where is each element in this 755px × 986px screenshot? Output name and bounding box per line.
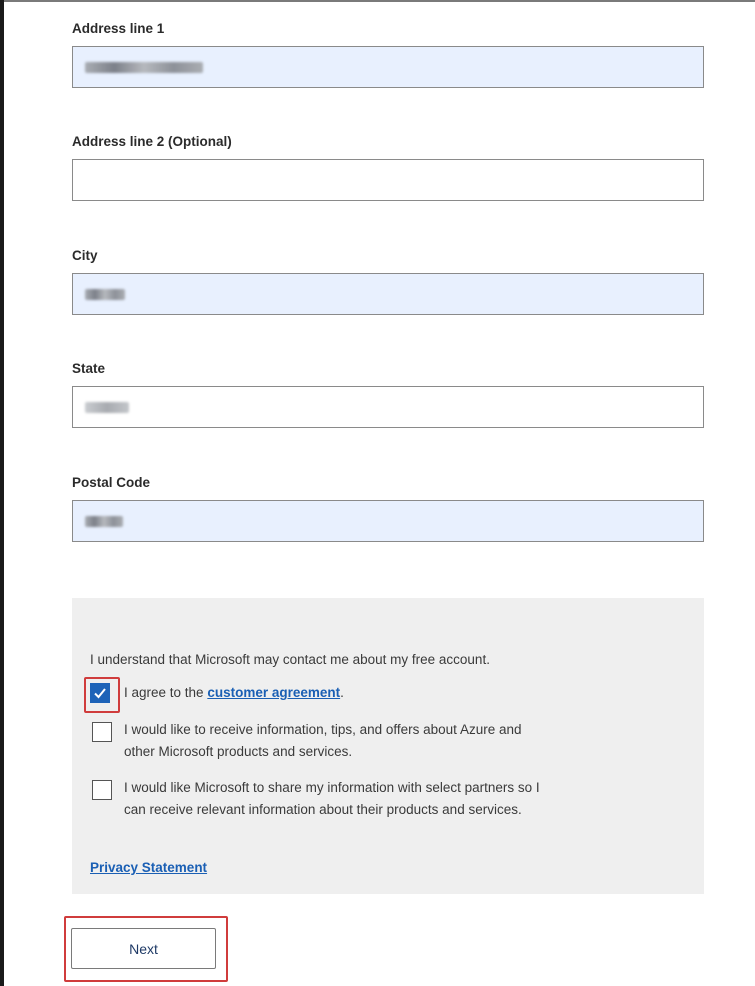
redacted-value: [85, 515, 123, 527]
marketing-info-line-1: I would like to receive information, tip…: [124, 722, 522, 737]
redacted-value: [85, 401, 129, 413]
top-divider: [4, 0, 755, 2]
agree-checkbox-highlight: [84, 677, 120, 713]
partner-share-line-2: can receive relevant information about t…: [124, 802, 522, 817]
agree-text: I agree to the: [124, 685, 208, 700]
city-input[interactable]: [72, 273, 704, 315]
privacy-statement-link[interactable]: Privacy Statement: [90, 857, 207, 879]
redacted-value: [85, 288, 125, 300]
state-label: State: [72, 361, 106, 376]
state-input[interactable]: [72, 386, 704, 428]
marketing-info-checkbox[interactable]: [92, 722, 112, 742]
address-line-1-label: Address line 1: [72, 21, 165, 36]
postal-code-label: Postal Code: [72, 475, 151, 490]
next-button[interactable]: Next: [71, 928, 216, 969]
address-line-2-input[interactable]: [72, 159, 704, 201]
window-edge: [0, 0, 4, 986]
marketing-info-label: I would like to receive information, tip…: [124, 719, 521, 763]
redacted-value: [85, 61, 203, 73]
partner-share-label: I would like Microsoft to share my infor…: [124, 777, 540, 821]
agree-suffix: .: [340, 685, 344, 700]
partner-share-checkbox[interactable]: [92, 780, 112, 800]
partner-share-line-1: I would like Microsoft to share my infor…: [124, 780, 540, 795]
contact-notice: I understand that Microsoft may contact …: [90, 652, 490, 667]
marketing-info-line-2: other Microsoft products and services.: [124, 744, 353, 759]
agree-label: I agree to the customer agreement.: [124, 682, 344, 704]
address-line-1-input[interactable]: [72, 46, 704, 88]
consent-panel: I understand that Microsoft may contact …: [72, 598, 704, 894]
customer-agreement-link[interactable]: customer agreement: [207, 685, 340, 700]
address-line-2-label: Address line 2 (Optional): [72, 134, 232, 149]
postal-code-input[interactable]: [72, 500, 704, 542]
city-label: City: [72, 248, 98, 263]
